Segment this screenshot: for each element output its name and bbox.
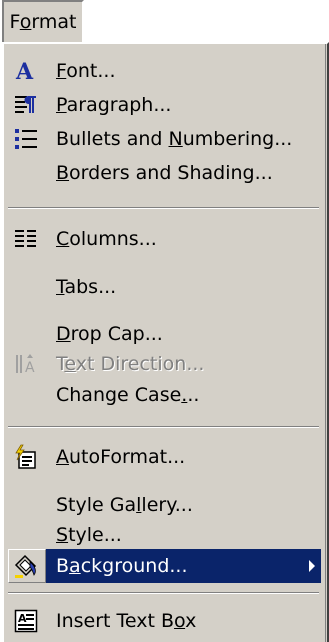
- menu-separator: [8, 426, 319, 428]
- menu-separator: [8, 207, 319, 209]
- menu-item-borders-shading[interactable]: Borders and Shading...: [8, 156, 321, 190]
- svg-text:A: A: [25, 360, 35, 376]
- menu-item-bullets-numbering[interactable]: Bullets and Numbering...: [8, 122, 321, 156]
- menu-item-font[interactable]: A Font...: [8, 54, 321, 88]
- menu-item-label: Tabs...: [56, 276, 117, 298]
- menu-item-label: Drop Cap...: [56, 323, 163, 345]
- text-direction-icon: A: [12, 350, 40, 378]
- menu-item-style-gallery[interactable]: Style Gallery...: [8, 488, 321, 522]
- menu-item-label: Paragraph...: [56, 94, 172, 116]
- format-menu-title[interactable]: Format: [2, 0, 84, 42]
- format-menu-label: Format: [9, 11, 77, 33]
- background-icon: [12, 552, 40, 580]
- menu-item-paragraph[interactable]: Paragraph...: [8, 88, 321, 122]
- menu-item-label: Bullets and Numbering...: [56, 128, 293, 150]
- font-a-icon: A: [12, 57, 40, 85]
- menu-item-label: Change Case...: [56, 384, 200, 406]
- menu-item-tabs[interactable]: Tabs...: [8, 270, 321, 304]
- svg-text:A: A: [15, 59, 34, 83]
- menu-item-label: Style...: [56, 524, 122, 546]
- menu-item-insert-text-box[interactable]: A Insert Text Box: [8, 604, 321, 638]
- menu-item-label: AutoFormat...: [56, 446, 186, 468]
- svg-text:A: A: [18, 612, 27, 625]
- menu-item-label: Style Gallery...: [56, 494, 193, 516]
- menu-item-label: Background...: [56, 555, 188, 577]
- menu-item-autoformat[interactable]: AutoFormat...: [8, 440, 321, 474]
- autoformat-icon: [12, 443, 40, 471]
- menu-item-label: Text Direction...: [56, 353, 205, 375]
- menu-item-label: Insert Text Box: [56, 610, 197, 632]
- menu-item-label: Borders and Shading...: [56, 162, 273, 184]
- menu-item-change-case[interactable]: Change Case...: [8, 378, 321, 412]
- text-box-icon: A: [12, 607, 40, 635]
- submenu-arrow-icon: [309, 560, 315, 572]
- format-menu: A Font... Paragraph... Bullets and Numbe…: [2, 42, 329, 642]
- menu-item-columns[interactable]: Columns...: [8, 222, 321, 256]
- columns-icon: [12, 225, 40, 253]
- menu-item-background[interactable]: Background...: [8, 549, 321, 583]
- menu-item-style[interactable]: Style...: [8, 518, 321, 552]
- menu-item-label: Columns...: [56, 228, 157, 250]
- menu-item-text-direction: A Text Direction...: [8, 347, 321, 381]
- bullets-icon: [12, 125, 40, 153]
- menu-item-label: Font...: [56, 60, 116, 82]
- menu-item-drop-cap[interactable]: Drop Cap...: [8, 317, 321, 351]
- paragraph-icon: [12, 91, 40, 119]
- menu-separator: [8, 592, 319, 594]
